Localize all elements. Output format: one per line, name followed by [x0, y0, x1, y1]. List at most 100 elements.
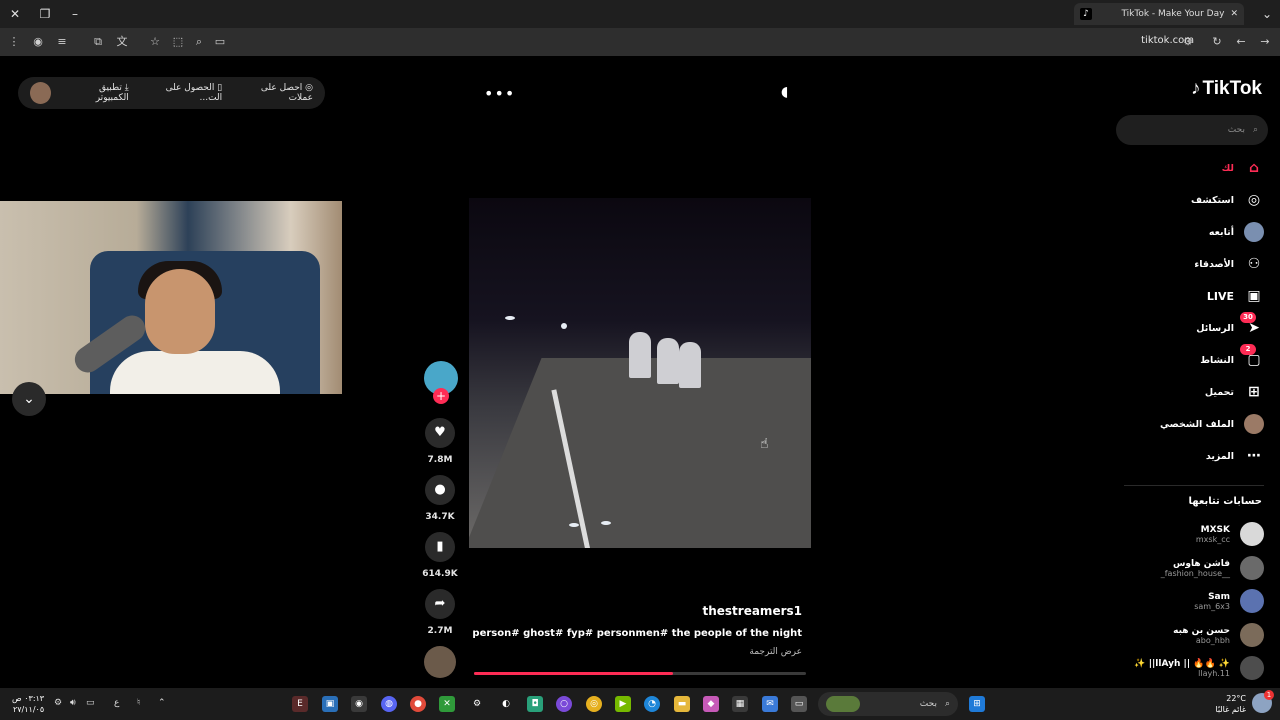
notification-settings-icon[interactable]: ⚙	[54, 698, 62, 708]
notification-badge: 1	[1264, 690, 1274, 700]
sidebar-item-for-you[interactable]: لك ⌂	[1124, 156, 1264, 180]
discord-icon[interactable]: ◍	[381, 696, 397, 712]
close-tab-icon[interactable]: ✕	[1230, 9, 1238, 19]
search-icon: ⌕	[944, 699, 950, 709]
steam-icon[interactable]: ⚙	[469, 696, 485, 712]
followed-account[interactable]: Sam sam_6x3	[1104, 586, 1264, 616]
following-accounts-title: حسابات تتابعها	[1188, 496, 1262, 507]
copilot-icon[interactable]: ◆	[703, 696, 719, 712]
video-player[interactable]	[469, 198, 811, 548]
tab-search-icon[interactable]: ⌄	[1258, 5, 1276, 23]
sidebar-item-following[interactable]: أتابعه	[1124, 220, 1264, 244]
followed-account[interactable]: MXSK mxsk_cc	[1104, 519, 1264, 549]
menu-icon[interactable]: ⋮	[6, 34, 22, 50]
sidebar-item-live[interactable]: LIVE ▣	[1124, 284, 1264, 308]
tiktok-page: ◎ احصل على عملات ▯ الحصول على الت... ⤓ ت…	[0, 56, 1280, 688]
app-icon[interactable]: ◘	[527, 696, 543, 712]
file-explorer-icon[interactable]: ▬	[674, 696, 690, 712]
translate-icon[interactable]: 文	[114, 34, 130, 50]
bookmark-icon[interactable]: ▮	[425, 532, 455, 562]
activity-badge: 2	[1240, 344, 1256, 355]
star-icon[interactable]: ☆	[147, 34, 163, 50]
forward-icon[interactable]: →	[1257, 34, 1273, 50]
zoom-icon[interactable]: ⌕	[191, 34, 207, 50]
account-avatar	[1240, 589, 1264, 613]
language-indicator[interactable]: ع	[114, 698, 119, 708]
reload-icon[interactable]: ↻	[1209, 34, 1225, 50]
follow-plus-icon[interactable]: +	[433, 388, 449, 404]
back-icon[interactable]: ←	[1233, 34, 1249, 50]
screenshot-icon[interactable]: ⬚	[170, 34, 186, 50]
shares-count: 2.7M	[427, 626, 453, 636]
sidebar-item-explore[interactable]: استكشف ◎	[1124, 188, 1264, 212]
restore-window-icon[interactable]: ❐	[36, 5, 54, 23]
chevron-up-icon[interactable]: ⌃	[158, 698, 166, 708]
sidebar-item-activity[interactable]: النشاط ▢ 2	[1124, 344, 1264, 372]
desktop-app-button[interactable]: ⤓ تطبيق الكمبيوتر	[65, 83, 129, 103]
like-heart-icon[interactable]: ♥	[425, 418, 455, 448]
share-icon[interactable]: ➦	[425, 589, 455, 619]
followed-account[interactable]: ✨ ||llAyh || 🔥🔥 ✨ llayh.11	[1104, 653, 1264, 683]
site-settings-icon[interactable]: ⚙	[1180, 34, 1196, 50]
sidebar-item-messages[interactable]: الرسائل ➤ 30	[1124, 312, 1264, 340]
followed-account[interactable]: فاشن هاوس _fashion_house__	[1104, 553, 1264, 583]
microphone-icon[interactable]: ♮	[137, 698, 140, 708]
get-app-button[interactable]: ▯ الحصول على الت...	[143, 83, 223, 103]
followed-account[interactable]: حسن بن هبه abo_hbh	[1104, 620, 1264, 650]
video-progress-bar[interactable]	[474, 672, 806, 675]
app-icon[interactable]: ○	[556, 696, 572, 712]
tiktok-logo[interactable]: ♪ TikTok	[1191, 78, 1262, 100]
live-icon: ▣	[1247, 288, 1261, 304]
chevron-down-icon[interactable]: ⌄	[12, 382, 46, 416]
send-icon: ➤ 30	[1240, 312, 1264, 336]
sidebar-item-more[interactable]: المزيد ⋯	[1124, 444, 1264, 468]
comments-count: 34.7K	[425, 512, 455, 522]
close-window-icon[interactable]: ✕	[6, 5, 24, 23]
messages-badge: 30	[1240, 312, 1256, 323]
taskbar-search-input[interactable]: ⌕ بحث	[818, 692, 958, 716]
network-icon[interactable]: ▭	[86, 698, 95, 708]
get-coins-button[interactable]: ◎ احصل على عملات	[236, 83, 313, 103]
obs-icon[interactable]: ◉	[351, 696, 367, 712]
see-translation-link[interactable]: عرض الترجمة	[470, 647, 802, 657]
minimize-window-icon[interactable]: –	[66, 5, 84, 23]
search-input[interactable]: ⌕ بحث	[1116, 115, 1268, 145]
account-avatar	[1240, 623, 1264, 647]
app-icon[interactable]: ▭	[791, 696, 807, 712]
home-icon: ⌂	[1248, 160, 1260, 176]
sidebar-item-profile[interactable]: الملف الشخصي	[1124, 412, 1264, 436]
reading-list-icon[interactable]: ≡	[54, 34, 70, 50]
sidebar-item-upload[interactable]: تحميل ⊞	[1124, 380, 1264, 404]
window-app-icon[interactable]: ▣	[322, 696, 338, 712]
more-options-icon[interactable]: •••	[484, 84, 515, 103]
chrome-icon[interactable]: ◎	[586, 696, 602, 712]
user-avatar[interactable]	[30, 82, 52, 104]
nvidia-icon[interactable]: ▶	[615, 696, 631, 712]
likes-count: 7.8M	[427, 455, 453, 465]
mail-icon[interactable]: ✉	[762, 696, 778, 712]
app-icon[interactable]: ◐	[498, 696, 514, 712]
extensions-icon[interactable]: ⧉	[90, 34, 106, 50]
comment-icon[interactable]: ●	[425, 475, 455, 505]
browser-tab[interactable]: ✕ TikTok - Make Your Day ♪	[1074, 3, 1244, 25]
weather-widget[interactable]: 22°C غائم غالبًا	[1215, 693, 1246, 715]
more-icon: ⋯	[1247, 448, 1261, 464]
epic-games-icon[interactable]: E	[292, 696, 308, 712]
chat-icon: ▢ 2	[1240, 344, 1264, 368]
sidebar-item-friends[interactable]: الأصدقاء ⚇	[1124, 252, 1264, 276]
speaker-icon[interactable]: 🔊︎	[70, 698, 76, 708]
music-disc-icon[interactable]	[424, 646, 456, 678]
profile-icon[interactable]: ◉	[30, 34, 46, 50]
browser-toolbar: ⋮ ◉ ≡ ⧉ 文 ☆ ⬚ ⌕ ▭ tiktok.com ⚙ ↻ ← →	[0, 28, 1280, 56]
app-icon[interactable]: ●	[410, 696, 426, 712]
clock[interactable]: ٠٣:١٣ ص ٢٧/١١/٠٥	[12, 693, 44, 715]
xbox-icon[interactable]: ✕	[439, 696, 455, 712]
windows-start-icon[interactable]: ⊞	[969, 696, 985, 712]
search-icon[interactable]: ⌕	[1253, 125, 1258, 135]
store-icon[interactable]: ▦	[732, 696, 748, 712]
video-username[interactable]: thestreamers1	[470, 604, 802, 618]
volume-icon[interactable]: ◖	[781, 84, 788, 100]
saves-count: 614.9K	[422, 569, 458, 579]
edge-icon[interactable]: ◔	[644, 696, 660, 712]
cast-icon[interactable]: ▭	[212, 34, 228, 50]
